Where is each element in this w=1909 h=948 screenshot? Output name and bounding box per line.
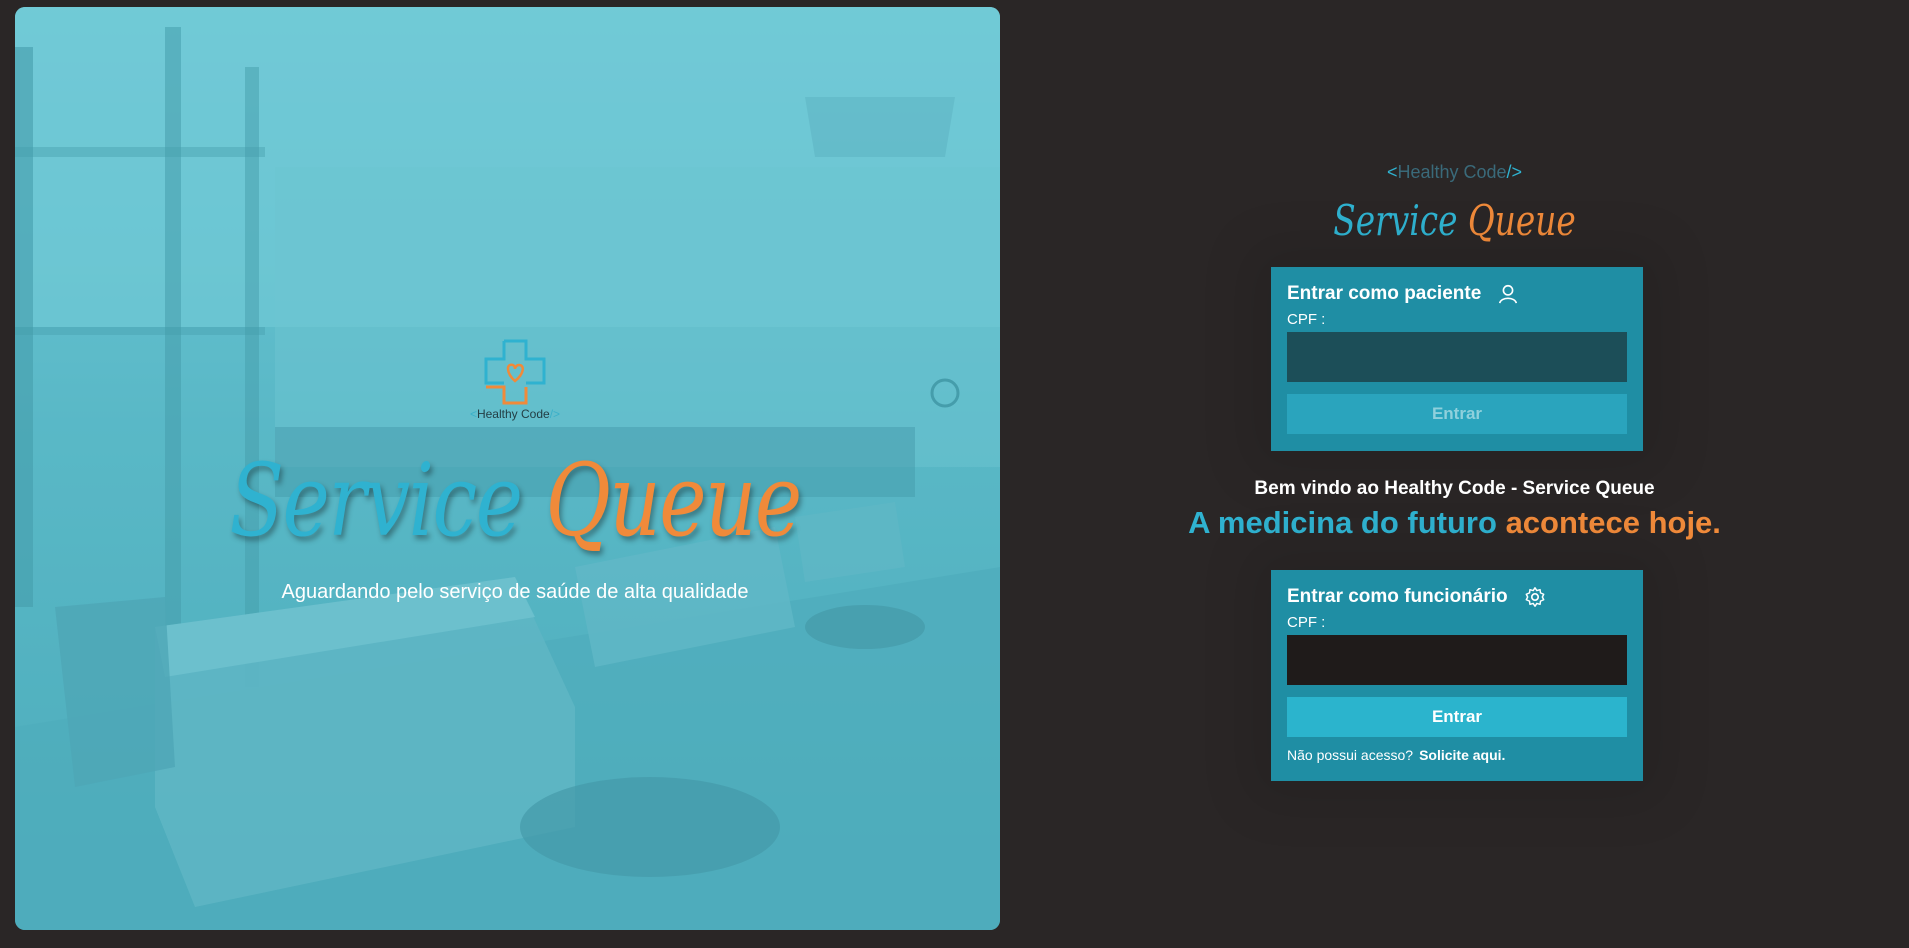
welcome-heading: Bem vindo ao Healthy Code - Service Queu… — [1254, 478, 1655, 499]
hero-logo-text: <Healthy Code/> — [469, 407, 561, 421]
patient-cpf-label: CPF : — [1287, 311, 1326, 328]
no-access-text: Não possui acesso? — [1287, 747, 1414, 763]
staff-enter-button[interactable]: Entrar — [1287, 697, 1627, 737]
gear-icon — [1525, 587, 1545, 607]
access-request-row: Não possui acesso? Solicite aqui. — [1287, 747, 1627, 763]
staff-card-title: Entrar como funcionário — [1287, 586, 1508, 607]
hero-subtitle: Aguardando pelo serviço de saúde de alta… — [281, 581, 749, 603]
patient-cpf-input[interactable] — [1287, 332, 1627, 382]
patient-login-card: Entrar como paciente CPF : Entrar — [1271, 267, 1643, 451]
staff-cpf-input[interactable] — [1287, 635, 1627, 685]
brand-title: Service Queue — [1333, 196, 1576, 245]
hero-panel: <Healthy Code/> Service Queue Aguardando… — [15, 7, 1000, 930]
user-icon — [1499, 284, 1518, 304]
patient-card-title: Entrar como paciente — [1287, 283, 1482, 304]
tagline: A medicina do futuro acontece hoje. — [1188, 505, 1721, 540]
brand-healthy-code: <Healthy Code/> — [1386, 162, 1523, 182]
patient-enter-button[interactable]: Entrar — [1287, 394, 1627, 434]
login-panel: <Healthy Code/> Service Queue Entrar com… — [1000, 0, 1909, 948]
hero-title: Service Queue — [229, 442, 802, 559]
request-access-link[interactable]: Solicite aqui. — [1419, 747, 1505, 763]
staff-login-card: Entrar como funcionário CPF : Entrar Não… — [1271, 570, 1643, 781]
staff-cpf-label: CPF : — [1287, 614, 1326, 631]
login-page: <Healthy Code/> Service Queue Aguardando… — [0, 0, 1909, 948]
medical-cross-heart-icon — [484, 339, 546, 405]
hero-content: <Healthy Code/> Service Queue Aguardando… — [15, 337, 1000, 604]
